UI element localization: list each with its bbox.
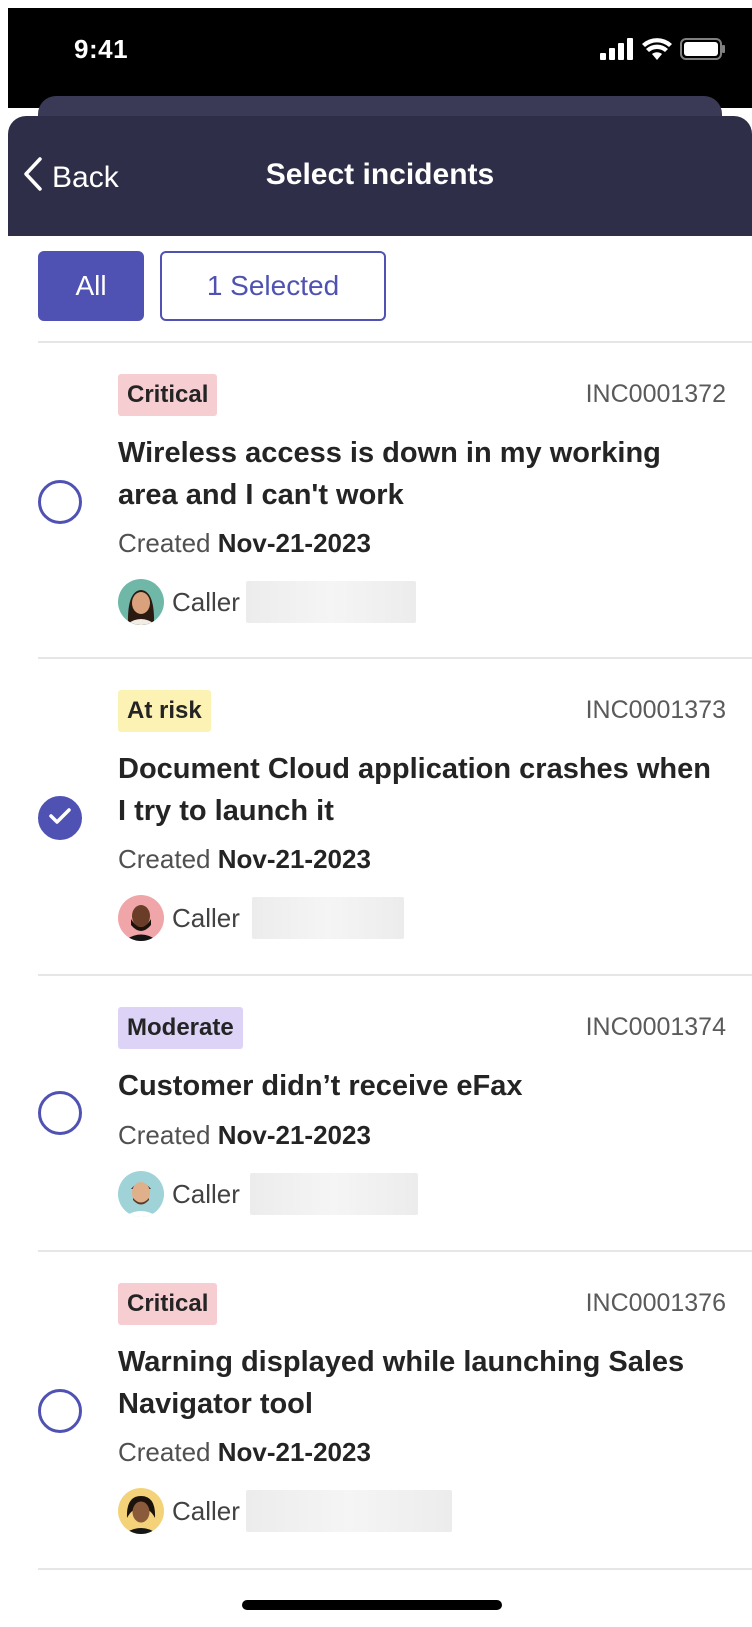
caller-name-redacted [249, 1173, 418, 1215]
caller-label: Caller [172, 902, 240, 933]
divider [38, 1250, 752, 1252]
incident-row[interactable]: At risk INC0001373 Document Cloud applic… [38, 690, 752, 950]
incident-title: Wireless access is down in my working ar… [118, 437, 661, 511]
checkmark-icon [48, 807, 72, 830]
phone-screen: 9:41 Back Select incidents All 1 Selecte… [8, 8, 752, 1627]
caller-name-redacted [251, 897, 404, 939]
home-indicator [242, 1600, 502, 1610]
incident-row[interactable]: Critical INC0001376 Warning displayed wh… [38, 1283, 752, 1543]
filter-all-button[interactable]: All [38, 251, 144, 321]
caller-line: Caller [118, 579, 416, 625]
select-radio[interactable] [38, 1389, 82, 1433]
avatar [118, 1488, 164, 1534]
incident-title: Document Cloud application crashes when … [118, 753, 711, 827]
created-line: Created Nov-21-2023 [118, 528, 371, 559]
created-label: Created [118, 1120, 211, 1150]
created-date: Nov-21-2023 [217, 1120, 371, 1150]
avatar [118, 1171, 164, 1217]
caller-label: Caller [172, 1178, 240, 1209]
caller-line: Caller [118, 1488, 452, 1534]
wifi-icon [642, 38, 672, 60]
caller-name-redacted [245, 1490, 452, 1532]
created-label: Created [118, 528, 211, 558]
created-label: Created [118, 1437, 211, 1467]
incident-number: INC0001373 [585, 696, 726, 724]
incident-row[interactable]: Moderate INC0001374 Customer didn’t rece… [38, 1007, 752, 1227]
battery-icon [680, 38, 726, 60]
divider [38, 341, 752, 343]
status-bar: 9:41 [8, 8, 752, 108]
incident-number: INC0001374 [585, 1013, 726, 1041]
incident-row[interactable]: Critical INC0001372 Wireless access is d… [38, 374, 752, 634]
created-label: Created [118, 844, 211, 874]
priority-badge: Critical [118, 374, 218, 416]
created-date: Nov-21-2023 [217, 1437, 371, 1467]
created-date: Nov-21-2023 [217, 844, 371, 874]
created-line: Created Nov-21-2023 [118, 1120, 371, 1151]
priority-badge: At risk [118, 690, 211, 732]
filter-tabs: All 1 Selected [38, 251, 386, 321]
select-radio[interactable] [38, 480, 82, 524]
caller-label: Caller [172, 586, 240, 617]
divider [38, 1568, 752, 1570]
incident-title: Warning displayed while launching Sales … [118, 1346, 685, 1420]
caller-line: Caller [118, 1171, 418, 1217]
incident-title: Customer didn’t receive eFax [118, 1070, 523, 1102]
select-radio[interactable] [38, 1091, 82, 1135]
created-line: Created Nov-21-2023 [118, 844, 371, 875]
divider [38, 974, 752, 976]
caller-line: Caller [118, 895, 404, 941]
incident-number: INC0001376 [585, 1289, 726, 1317]
filter-selected-button[interactable]: 1 Selected [160, 251, 386, 321]
select-radio-checked[interactable] [38, 796, 82, 840]
priority-badge: Moderate [118, 1007, 243, 1049]
cellular-signal-icon [600, 38, 634, 60]
caller-label: Caller [172, 1495, 240, 1526]
incident-number: INC0001372 [585, 380, 726, 408]
navigation-bar: Back Select incidents [8, 116, 752, 236]
status-icons [600, 38, 726, 60]
priority-badge: Critical [118, 1283, 218, 1325]
created-line: Created Nov-21-2023 [118, 1437, 371, 1468]
avatar [118, 895, 164, 941]
page-title: Select incidents [265, 158, 495, 191]
avatar [118, 579, 164, 625]
created-date: Nov-21-2023 [217, 528, 371, 558]
status-time: 9:41 [74, 34, 129, 64]
divider [38, 657, 752, 659]
caller-name-redacted [245, 581, 416, 623]
